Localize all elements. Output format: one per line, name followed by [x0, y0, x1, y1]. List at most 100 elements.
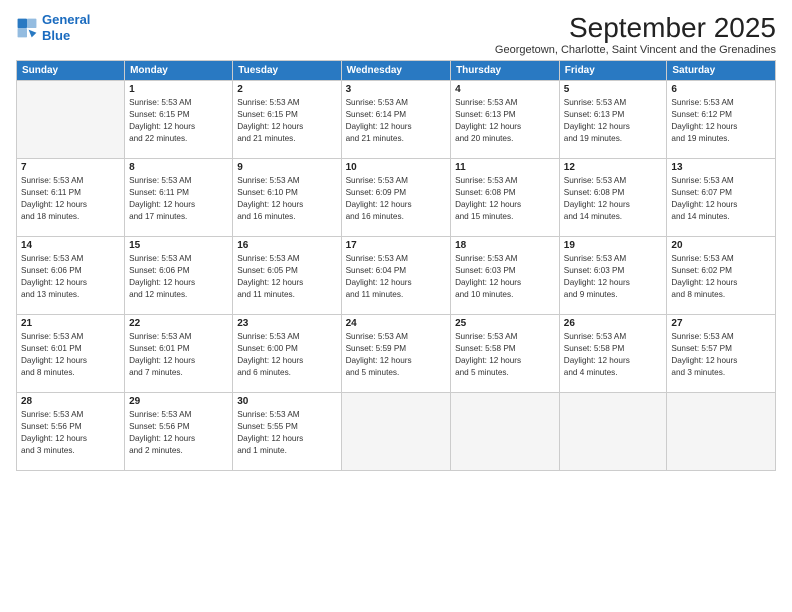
day-info: Sunrise: 5:53 AM Sunset: 5:55 PM Dayligh…	[237, 409, 336, 457]
day-number: 30	[237, 396, 336, 407]
day-number: 1	[129, 84, 228, 95]
day-info: Sunrise: 5:53 AM Sunset: 5:56 PM Dayligh…	[129, 409, 228, 457]
calendar-cell: 16 Sunrise: 5:53 AM Sunset: 6:05 PM Dayli…	[233, 237, 341, 315]
day-number: 25	[455, 318, 555, 329]
day-info: Sunrise: 5:53 AM Sunset: 6:09 PM Dayligh…	[346, 175, 447, 223]
day-info: Sunrise: 5:53 AM Sunset: 6:03 PM Dayligh…	[564, 253, 663, 301]
logo-icon	[16, 17, 38, 39]
calendar-cell: 28 Sunrise: 5:53 AM Sunset: 5:56 PM Dayli…	[17, 393, 125, 471]
month-title: September 2025	[495, 12, 776, 44]
calendar-cell: 18Sunrise: 5:53 AM Sunset: 6:03 PM Dayli…	[451, 237, 560, 315]
calendar-cell: 1Sunrise: 5:53 AM Sunset: 6:15 PM Daylig…	[125, 81, 233, 159]
calendar-cell	[341, 393, 451, 471]
day-info: Sunrise: 5:53 AM Sunset: 6:12 PM Dayligh…	[671, 97, 771, 145]
day-info: Sunrise: 5:53 AM Sunset: 6:13 PM Dayligh…	[455, 97, 555, 145]
day-info: Sunrise: 5:53 AM Sunset: 6:01 PM Dayligh…	[21, 331, 120, 379]
calendar-cell: 20 Sunrise: 5:53 AM Sunset: 6:02 PM Dayli…	[667, 237, 776, 315]
logo-text: General Blue	[42, 12, 90, 43]
day-info: Sunrise: 5:53 AM Sunset: 6:07 PM Dayligh…	[671, 175, 771, 223]
calendar-cell: 22Sunrise: 5:53 AM Sunset: 6:01 PM Dayli…	[125, 315, 233, 393]
calendar-cell: 3Sunrise: 5:53 AM Sunset: 6:14 PM Daylig…	[341, 81, 451, 159]
col-thursday: Thursday	[451, 61, 560, 81]
day-number: 24	[346, 318, 447, 329]
day-info: Sunrise: 5:53 AM Sunset: 6:10 PM Dayligh…	[237, 175, 336, 223]
col-wednesday: Wednesday	[341, 61, 451, 81]
day-number: 20	[671, 240, 771, 251]
logo-line1: General	[42, 12, 90, 27]
calendar-cell	[667, 393, 776, 471]
calendar-header-row: Sunday Monday Tuesday Wednesday Thursday…	[17, 61, 776, 81]
calendar-cell: 11Sunrise: 5:53 AM Sunset: 6:08 PM Dayli…	[451, 159, 560, 237]
day-number: 23	[237, 318, 336, 329]
title-block: September 2025 Georgetown, Charlotte, Sa…	[495, 12, 776, 56]
day-info: Sunrise: 5:53 AM Sunset: 5:58 PM Dayligh…	[455, 331, 555, 379]
calendar-cell	[559, 393, 667, 471]
calendar-week-5: 28 Sunrise: 5:53 AM Sunset: 5:56 PM Dayli…	[17, 393, 776, 471]
day-number: 4	[455, 84, 555, 95]
day-info: Sunrise: 5:53 AM Sunset: 6:06 PM Dayligh…	[129, 253, 228, 301]
calendar-cell: 21 Sunrise: 5:53 AM Sunset: 6:01 PM Dayli…	[17, 315, 125, 393]
day-number: 8	[129, 162, 228, 173]
day-number: 3	[346, 84, 447, 95]
calendar-cell: 19 Sunrise: 5:53 AM Sunset: 6:03 PM Dayli…	[559, 237, 667, 315]
day-info: Sunrise: 5:53 AM Sunset: 5:58 PM Dayligh…	[564, 331, 663, 379]
day-info: Sunrise: 5:53 AM Sunset: 6:01 PM Dayligh…	[129, 331, 228, 379]
day-info: Sunrise: 5:53 AM Sunset: 6:02 PM Dayligh…	[671, 253, 771, 301]
calendar-week-1: 1 Sunrise: 5:53 AM Sunset: 6:15 PM Daylig…	[17, 81, 776, 159]
day-info: Sunrise: 5:53 AM Sunset: 6:06 PM Dayligh…	[21, 253, 120, 301]
day-info: Sunrise: 5:53 AM Sunset: 6:11 PM Dayligh…	[21, 175, 120, 223]
col-tuesday: Tuesday	[233, 61, 341, 81]
col-saturday: Saturday	[667, 61, 776, 81]
col-monday: Monday	[125, 61, 233, 81]
day-info: Sunrise: 5:53 AM Sunset: 6:08 PM Dayligh…	[564, 175, 663, 223]
day-number: 27	[671, 318, 771, 329]
calendar-cell: 8 Sunrise: 5:53 AM Sunset: 6:11 PM Daylig…	[125, 159, 233, 237]
calendar-cell: 27Sunrise: 5:53 AM Sunset: 5:57 PM Dayli…	[667, 315, 776, 393]
calendar-cell: 17 Sunrise: 5:53 AM Sunset: 6:04 PM Dayli…	[341, 237, 451, 315]
day-number: 11	[455, 162, 555, 173]
day-info: Sunrise: 5:53 AM Sunset: 6:11 PM Dayligh…	[129, 175, 228, 223]
day-number: 13	[671, 162, 771, 173]
calendar-cell: 2 Sunrise: 5:53 AM Sunset: 6:15 PM Daylig…	[233, 81, 341, 159]
day-number: 2	[237, 84, 336, 95]
calendar-cell: 6Sunrise: 5:53 AM Sunset: 6:12 PM Daylig…	[667, 81, 776, 159]
location-subtitle: Georgetown, Charlotte, Saint Vincent and…	[495, 44, 776, 56]
calendar-cell: 23Sunrise: 5:53 AM Sunset: 6:00 PM Dayli…	[233, 315, 341, 393]
day-info: Sunrise: 5:53 AM Sunset: 5:56 PM Dayligh…	[21, 409, 120, 457]
calendar-cell: 14 Sunrise: 5:53 AM Sunset: 6:06 PM Dayli…	[17, 237, 125, 315]
day-number: 26	[564, 318, 663, 329]
calendar-table: Sunday Monday Tuesday Wednesday Thursday…	[16, 60, 776, 471]
day-info: Sunrise: 5:53 AM Sunset: 6:15 PM Dayligh…	[237, 97, 336, 145]
calendar-cell: 15 Sunrise: 5:53 AM Sunset: 6:06 PM Dayli…	[125, 237, 233, 315]
day-number: 15	[129, 240, 228, 251]
day-number: 21	[21, 318, 120, 329]
day-number: 16	[237, 240, 336, 251]
day-info: Sunrise: 5:53 AM Sunset: 5:59 PM Dayligh…	[346, 331, 447, 379]
calendar-cell: 7 Sunrise: 5:53 AM Sunset: 6:11 PM Daylig…	[17, 159, 125, 237]
calendar-cell: 30 Sunrise: 5:53 AM Sunset: 5:55 PM Dayli…	[233, 393, 341, 471]
calendar-cell: 25 Sunrise: 5:53 AM Sunset: 5:58 PM Dayli…	[451, 315, 560, 393]
calendar-cell: 5Sunrise: 5:53 AM Sunset: 6:13 PM Daylig…	[559, 81, 667, 159]
calendar-week-4: 21 Sunrise: 5:53 AM Sunset: 6:01 PM Dayli…	[17, 315, 776, 393]
day-number: 9	[237, 162, 336, 173]
day-number: 12	[564, 162, 663, 173]
col-friday: Friday	[559, 61, 667, 81]
day-number: 7	[21, 162, 120, 173]
day-number: 28	[21, 396, 120, 407]
day-number: 14	[21, 240, 120, 251]
day-number: 5	[564, 84, 663, 95]
day-number: 19	[564, 240, 663, 251]
calendar-cell	[451, 393, 560, 471]
calendar-cell: 13 Sunrise: 5:53 AM Sunset: 6:07 PM Dayli…	[667, 159, 776, 237]
calendar-cell: 29 Sunrise: 5:53 AM Sunset: 5:56 PM Dayli…	[125, 393, 233, 471]
day-info: Sunrise: 5:53 AM Sunset: 6:04 PM Dayligh…	[346, 253, 447, 301]
calendar-week-2: 7 Sunrise: 5:53 AM Sunset: 6:11 PM Daylig…	[17, 159, 776, 237]
calendar-week-3: 14 Sunrise: 5:53 AM Sunset: 6:06 PM Dayli…	[17, 237, 776, 315]
calendar-cell	[17, 81, 125, 159]
day-info: Sunrise: 5:53 AM Sunset: 6:05 PM Dayligh…	[237, 253, 336, 301]
calendar-cell: 26 Sunrise: 5:53 AM Sunset: 5:58 PM Dayli…	[559, 315, 667, 393]
day-number: 17	[346, 240, 447, 251]
col-sunday: Sunday	[17, 61, 125, 81]
calendar-cell: 10Sunrise: 5:53 AM Sunset: 6:09 PM Dayli…	[341, 159, 451, 237]
day-number: 29	[129, 396, 228, 407]
